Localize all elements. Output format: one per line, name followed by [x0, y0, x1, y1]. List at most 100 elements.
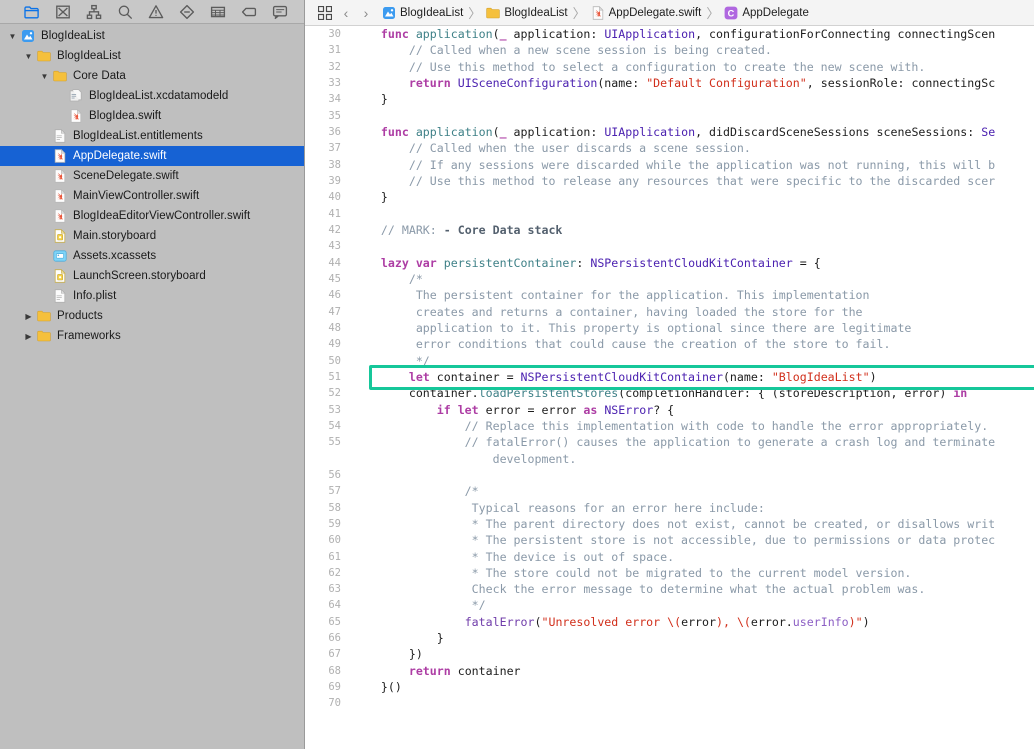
code-text[interactable]: }()	[353, 679, 1034, 695]
back-button[interactable]: ‹	[336, 2, 356, 24]
line-number[interactable]: 34	[305, 91, 353, 107]
disclosure-triangle-open-icon[interactable]: ▼	[6, 32, 19, 41]
line-number[interactable]: 67	[305, 646, 353, 662]
breadcrumb-item[interactable]: AppDelegate.swift	[589, 2, 704, 24]
line-number[interactable]: 38	[305, 157, 353, 173]
file-row[interactable]: ▶ BlogIdeaEditorViewController.swift	[0, 206, 304, 226]
line-number[interactable]: 46	[305, 287, 353, 303]
code-text[interactable]: let container = NSPersistentCloudKitCont…	[353, 369, 1034, 385]
code-text[interactable]: application to it. This property is opti…	[353, 320, 1034, 336]
line-number[interactable]: 51	[305, 369, 353, 385]
code-text[interactable]: The persistent container for the applica…	[353, 287, 1034, 303]
line-number[interactable]: 54	[305, 418, 353, 434]
code-text[interactable]: }	[353, 189, 1034, 205]
line-number[interactable]: 44	[305, 255, 353, 271]
breadcrumb-item[interactable]: C AppDelegate	[722, 2, 811, 24]
code-text[interactable]: * The persistent store is not accessible…	[353, 532, 1034, 548]
code-text[interactable]	[353, 108, 1034, 124]
code-text[interactable]	[353, 238, 1034, 254]
file-row[interactable]: ▼ BlogIdeaList	[0, 26, 304, 46]
breadcrumb-item[interactable]: BlogIdeaList	[484, 2, 569, 24]
line-number[interactable]: 37	[305, 140, 353, 156]
line-number[interactable]: 50	[305, 353, 353, 369]
code-text[interactable]: // Called when a new scene session is be…	[353, 42, 1034, 58]
line-number[interactable]: 49	[305, 336, 353, 352]
code-text[interactable]: // Use this method to release any resour…	[353, 173, 1034, 189]
file-row[interactable]: ▶ Assets.xcassets	[0, 246, 304, 266]
find-navigator-icon[interactable]	[109, 2, 140, 22]
code-text[interactable]: // Called when the user discards a scene…	[353, 140, 1034, 156]
file-row[interactable]: ▶ BlogIdeaList.entitlements	[0, 126, 304, 146]
line-number[interactable]: 62	[305, 565, 353, 581]
code-text[interactable]: lazy var persistentContainer: NSPersiste…	[353, 255, 1034, 271]
code-text[interactable]	[353, 467, 1034, 483]
code-text[interactable]: /*	[353, 271, 1034, 287]
line-number[interactable]: 66	[305, 630, 353, 646]
code-text[interactable]: func application(_ application: UIApplic…	[353, 26, 1034, 42]
project-navigator-icon[interactable]	[16, 2, 47, 22]
line-number[interactable]: 60	[305, 532, 353, 548]
code-text[interactable]	[353, 206, 1034, 222]
code-text[interactable]: Check the error message to determine wha…	[353, 581, 1034, 597]
line-number[interactable]: 47	[305, 304, 353, 320]
code-text[interactable]: */	[353, 353, 1034, 369]
file-row[interactable]: ▶ LaunchScreen.storyboard	[0, 266, 304, 286]
code-text[interactable]: })	[353, 646, 1034, 662]
code-text[interactable]: // fatalError() causes the application t…	[353, 434, 1034, 450]
line-number[interactable]: 35	[305, 108, 353, 124]
code-text[interactable]: container.loadPersistentStores(completio…	[353, 385, 1034, 401]
code-text[interactable]: * The device is out of space.	[353, 549, 1034, 565]
line-number[interactable]: 36	[305, 124, 353, 140]
line-number[interactable]: 64	[305, 597, 353, 613]
project-navigator-tree[interactable]: ▼ BlogIdeaList ▼ BlogIdeaList ▼ Core Data ▶ Blo…	[0, 24, 304, 749]
line-number[interactable]: 55	[305, 434, 353, 450]
file-row[interactable]: ▶ BlogIdeaList.xcdatamodeld	[0, 86, 304, 106]
file-row[interactable]: ▶ Frameworks	[0, 326, 304, 346]
code-text[interactable]: */	[353, 597, 1034, 613]
report-navigator-icon[interactable]	[264, 2, 295, 22]
line-number[interactable]: 56	[305, 467, 353, 483]
disclosure-triangle-open-icon[interactable]: ▼	[22, 52, 35, 61]
code-text[interactable]: }	[353, 91, 1034, 107]
code-text[interactable]: error conditions that could cause the cr…	[353, 336, 1034, 352]
file-row[interactable]: ▶ Main.storyboard	[0, 226, 304, 246]
line-number[interactable]: 58	[305, 500, 353, 516]
breadcrumb-item[interactable]: BlogIdeaList	[380, 2, 465, 24]
code-text[interactable]: * The parent directory does not exist, c…	[353, 516, 1034, 532]
code-text[interactable]: }	[353, 630, 1034, 646]
forward-button[interactable]: ›	[356, 2, 376, 24]
source-editor[interactable]: 30 func application(_ application: UIApp…	[305, 26, 1034, 749]
line-number[interactable]: 53	[305, 402, 353, 418]
line-number[interactable]: 41	[305, 206, 353, 222]
code-text[interactable]: * The store could not be migrated to the…	[353, 565, 1034, 581]
symbol-navigator-icon[interactable]	[78, 2, 109, 22]
disclosure-triangle-closed-icon[interactable]: ▶	[22, 312, 35, 321]
line-number[interactable]: 68	[305, 663, 353, 679]
code-text[interactable]: if let error = error as NSError? {	[353, 402, 1034, 418]
line-number[interactable]: 70	[305, 695, 353, 711]
breakpoint-navigator-icon[interactable]	[233, 2, 264, 22]
line-number[interactable]: 52	[305, 385, 353, 401]
file-row-selected[interactable]: ▶ AppDelegate.swift	[0, 146, 304, 166]
line-number[interactable]: 31	[305, 42, 353, 58]
debug-navigator-icon[interactable]	[202, 2, 233, 22]
related-items-icon[interactable]	[314, 2, 336, 24]
line-number[interactable]: 43	[305, 238, 353, 254]
line-number[interactable]: 42	[305, 222, 353, 238]
code-text[interactable]: func application(_ application: UIApplic…	[353, 124, 1034, 140]
file-row[interactable]: ▶ BlogIdea.swift	[0, 106, 304, 126]
line-number[interactable]: 45	[305, 271, 353, 287]
code-text[interactable]: // Use this method to select a configura…	[353, 59, 1034, 75]
source-control-navigator-icon[interactable]	[47, 2, 78, 22]
code-text[interactable]: // If any sessions were discarded while …	[353, 157, 1034, 173]
file-row[interactable]: ▶ MainViewController.swift	[0, 186, 304, 206]
code-text[interactable]: fatalError("Unresolved error \(error), \…	[353, 614, 1034, 630]
code-text[interactable]: return container	[353, 663, 1034, 679]
line-number[interactable]: 57	[305, 483, 353, 499]
line-number[interactable]: 48	[305, 320, 353, 336]
issue-navigator-icon[interactable]	[140, 2, 171, 22]
disclosure-triangle-open-icon[interactable]: ▼	[38, 72, 51, 81]
file-row[interactable]: ▼ Core Data	[0, 66, 304, 86]
line-number[interactable]: 32	[305, 59, 353, 75]
line-number[interactable]: 59	[305, 516, 353, 532]
